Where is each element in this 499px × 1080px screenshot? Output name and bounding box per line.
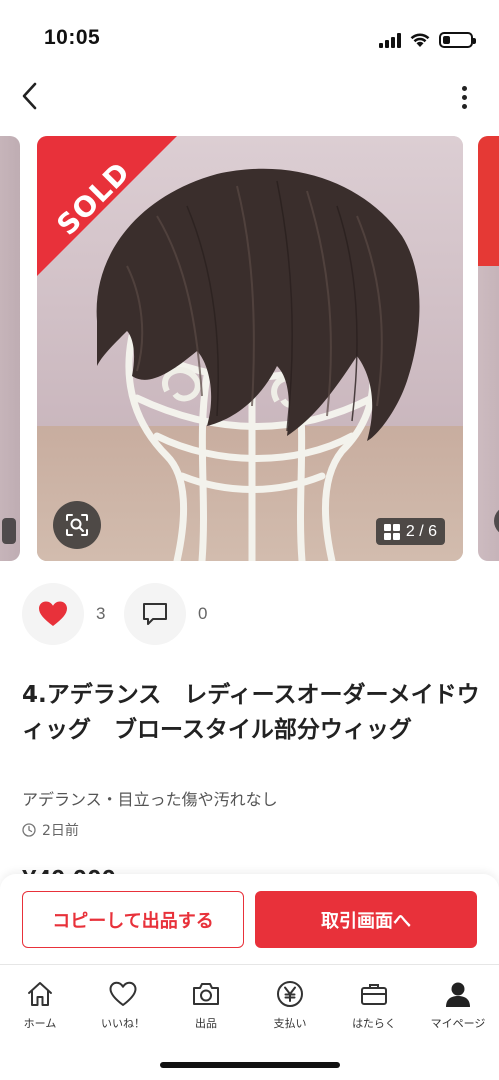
tab-sell[interactable]: 出品 <box>166 977 246 1031</box>
photo-carousel[interactable]: SOLD 2 / 6 <box>0 136 499 561</box>
home-indicator <box>160 1062 340 1068</box>
photo-counter[interactable]: 2 / 6 <box>375 518 445 545</box>
back-button[interactable] <box>12 78 48 114</box>
posted-time-text: 2日前 <box>42 823 79 839</box>
chevron-left-icon <box>22 82 37 110</box>
heart-filled-icon <box>39 601 67 626</box>
clock-icon <box>22 823 36 837</box>
tab-likes[interactable]: いいね！ <box>83 977 163 1031</box>
more-dot-icon <box>461 94 467 100</box>
go-to-transaction-button[interactable]: 取引画面へ <box>255 891 477 948</box>
item-title: 4.アデランス レディースオーダーメイドウィッグ ブロースタイル部分ウィッグ <box>22 682 480 743</box>
comment-icon <box>143 603 167 625</box>
more-options-button[interactable] <box>449 80 479 114</box>
briefcase-icon <box>357 977 391 1011</box>
battery-icon <box>439 32 476 48</box>
tab-work[interactable]: はたらく <box>334 977 414 1031</box>
person-icon <box>441 977 475 1011</box>
next-photo[interactable] <box>478 136 499 561</box>
product-photo[interactable]: SOLD 2 / 6 <box>37 136 463 561</box>
tab-mypage[interactable]: マイページ <box>418 977 498 1031</box>
status-time: 10:05 <box>44 26 101 49</box>
like-button[interactable] <box>22 583 84 645</box>
signal-icon <box>379 32 401 48</box>
tab-label: 支払い <box>273 1017 307 1030</box>
status-bar: 10:05 <box>0 0 499 72</box>
sold-ribbon: SOLD <box>37 136 197 296</box>
status-icons <box>379 30 476 50</box>
cta-panel: コピーして出品する 取引画面へ <box>0 874 499 964</box>
home-icon <box>23 977 57 1011</box>
wifi-icon <box>410 33 430 47</box>
item-subtitle: アデランス・目立った傷や汚れなし <box>22 790 278 809</box>
more-dot-icon <box>461 103 467 109</box>
tab-payment[interactable]: 支払い <box>250 977 330 1031</box>
photo-counter-text: 2 / 6 <box>405 522 437 540</box>
tab-label: ホーム <box>23 1017 57 1030</box>
camera-icon <box>189 977 223 1011</box>
yen-icon <box>273 977 307 1011</box>
heart-icon <box>106 977 140 1011</box>
previous-photo[interactable] <box>0 136 20 561</box>
tab-label: はたらく <box>352 1017 396 1030</box>
tab-label: 出品 <box>195 1017 217 1030</box>
item-actions: 3 0 <box>22 583 226 645</box>
sold-label: SOLD <box>50 155 137 242</box>
grid-icon <box>383 523 400 540</box>
tab-home[interactable]: ホーム <box>0 977 80 1031</box>
tab-label: マイページ <box>430 1017 486 1030</box>
copy-listing-button[interactable]: コピーして出品する <box>22 891 244 948</box>
like-count: 3 <box>96 604 106 623</box>
comment-button[interactable] <box>124 583 186 645</box>
zoom-search-icon <box>66 514 88 536</box>
posted-time: 2日前 <box>22 820 79 840</box>
tab-label: いいね！ <box>101 1017 145 1030</box>
comment-count: 0 <box>198 604 208 623</box>
nav-bar <box>0 72 499 122</box>
zoom-button[interactable] <box>53 501 101 549</box>
more-dot-icon <box>461 85 467 91</box>
